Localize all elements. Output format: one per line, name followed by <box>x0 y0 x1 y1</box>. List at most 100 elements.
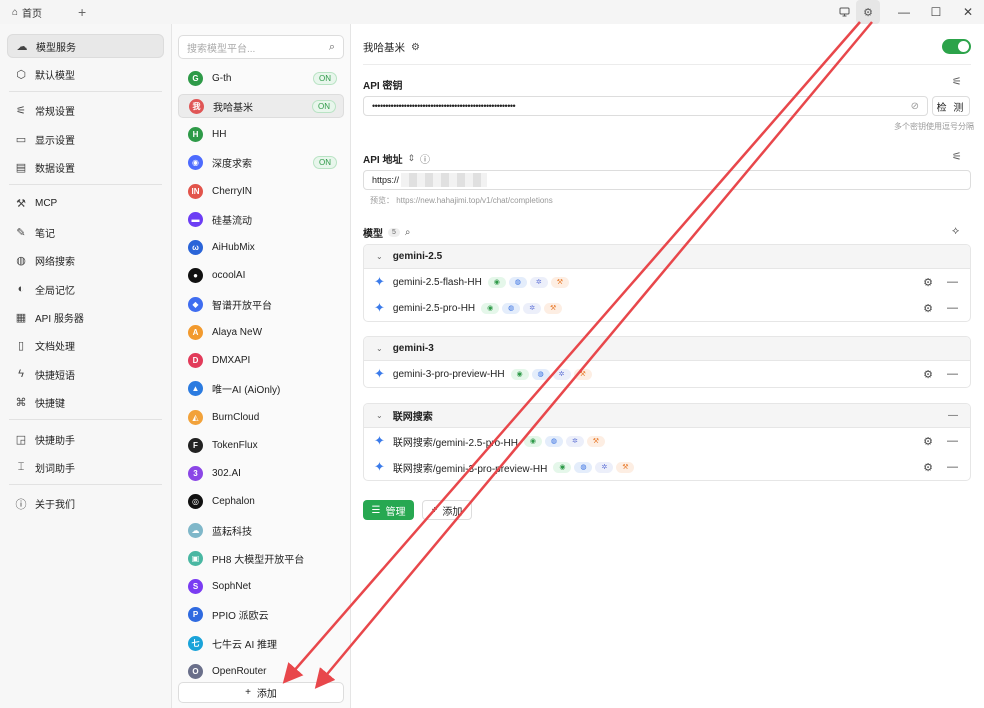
provider-logo-icon: ◭ <box>188 409 203 425</box>
nav-item[interactable]: ⓘ 关于我们 <box>7 492 164 516</box>
provider-item[interactable]: S SophNet <box>178 575 344 599</box>
settings-icon[interactable]: ⚙ <box>411 42 420 53</box>
help-icon[interactable]: ⓘ <box>420 151 430 166</box>
nav-item-label: 划词助手 <box>35 463 75 475</box>
provider-item[interactable]: P PPIO 派欧云 <box>178 603 344 627</box>
provider-item[interactable]: D DMXAPI <box>178 349 344 373</box>
eye-off-icon[interactable]: ⊘ <box>911 101 919 112</box>
model-actions: ⚙ — <box>923 276 958 289</box>
nav-item[interactable]: ✎ 笔记 <box>7 220 164 244</box>
remove-icon[interactable]: — <box>947 435 958 448</box>
provider-item[interactable]: ▬ 硅基流动 <box>178 207 344 231</box>
nav-item[interactable]: ◲ 快捷助手 <box>7 427 164 451</box>
settings-icon[interactable]: ⚙ <box>923 368 933 381</box>
provider-item[interactable]: ◎ Cephalon <box>178 490 344 514</box>
provider-name: 七牛云 AI 推理 <box>212 639 278 651</box>
nav-item[interactable]: ⌶ 划词助手 <box>7 455 164 479</box>
provider-logo-icon: ◉ <box>188 155 203 171</box>
provider-item[interactable]: F TokenFlux <box>178 433 344 457</box>
nav-item[interactable]: ▯ 文档处理 <box>7 334 164 358</box>
nav-item[interactable]: ◐ 全局记忆 <box>7 277 164 301</box>
provider-item[interactable]: ω AiHubMix <box>178 236 344 260</box>
settings-icon[interactable]: ⚙ <box>923 302 933 315</box>
model-row: ✦ gemini-2.5-flash-HH ◉ ◍ ✲ ⚒ ⚙ — <box>364 269 970 295</box>
remove-icon[interactable]: — <box>947 302 958 315</box>
provider-item[interactable]: A Alaya NeW <box>178 320 344 344</box>
provider-item[interactable]: H HH <box>178 123 344 147</box>
provider-search-input[interactable]: 搜索模型平台... ⌕ <box>178 35 344 59</box>
settings-icon[interactable]: ⚙ <box>923 276 933 289</box>
remove-icon[interactable]: — <box>947 276 958 289</box>
add-provider-button[interactable]: + 添加 <box>178 682 344 703</box>
assistant-icon: ◲ <box>15 433 27 446</box>
nav-item[interactable]: ▦ API 服务器 <box>7 306 164 330</box>
nav-item[interactable]: ▤ 数据设置 <box>7 156 164 180</box>
cube-icon: ⬡ <box>16 68 26 81</box>
provider-item[interactable]: ◆ 智谱开放平台 <box>178 292 344 316</box>
tab-home[interactable]: ⌂ 首页 <box>12 5 42 20</box>
add-model-button[interactable]: + 添加 <box>422 500 472 520</box>
remove-icon[interactable]: — <box>947 461 958 474</box>
provider-item[interactable]: ☁ 蓝耘科技 <box>178 518 344 542</box>
provider-item[interactable]: ● ocoolAI <box>178 264 344 288</box>
api-url-input[interactable]: https:// <box>363 170 971 190</box>
add-model-label: 添加 <box>442 506 463 518</box>
nav-item[interactable]: ⚒ MCP <box>7 192 164 216</box>
provider-item[interactable]: 七七牛云 AI 推理 <box>178 631 344 655</box>
search-icon[interactable]: ⌕ <box>405 227 411 238</box>
sliders-icon[interactable]: ⚟ <box>952 75 962 88</box>
new-tab-button[interactable]: + <box>78 4 86 20</box>
maximize-icon[interactable]: ☐ <box>920 0 952 24</box>
provider-item[interactable]: 3 302.AI <box>178 462 344 486</box>
close-icon[interactable]: ✕ <box>952 0 984 24</box>
models-section: 模型 5 ⌕ <box>363 225 411 240</box>
remove-group-icon[interactable]: — <box>948 410 958 421</box>
provider-name: PPIO 派欧云 <box>212 611 269 623</box>
provider-item[interactable]: ◭ BurnCloud <box>178 405 344 429</box>
zap-icon: ϟ <box>18 368 24 381</box>
nav-item[interactable]: ⚟ 常规设置 <box>7 99 164 123</box>
api-url-value: https:// <box>372 175 400 185</box>
swap-icon[interactable]: ⇕ <box>407 153 415 164</box>
settings-icon[interactable]: ⚙ <box>923 461 933 474</box>
remove-icon[interactable]: — <box>947 368 958 381</box>
provider-logo-icon: H <box>188 127 203 142</box>
check-button[interactable]: 检 测 <box>932 96 970 116</box>
provider-logo-icon: 七 <box>188 635 203 651</box>
nav-divider <box>9 183 162 185</box>
manage-models-button[interactable]: ☰ 管理 <box>363 500 414 520</box>
model-group-header[interactable]: ⌄ 联网搜索 — <box>364 404 970 428</box>
model-group-header[interactable]: ⌄ gemini-2.5 <box>364 245 970 269</box>
gemini-icon: ✦ <box>374 433 385 448</box>
model-group-header[interactable]: ⌄ gemini-3 <box>364 337 970 361</box>
globe-icon: ◍ <box>544 435 563 447</box>
provider-item[interactable]: IN CherryIN <box>178 179 344 203</box>
wrench-icon: ⚒ <box>573 368 592 380</box>
settings-icon[interactable]: ⚙ <box>923 435 933 448</box>
provider-logo-icon: S <box>188 579 203 594</box>
text-select-icon: ⌶ <box>17 460 25 473</box>
provider-item[interactable]: ▣ PH8 大模型开放平台 <box>178 546 344 570</box>
provider-item[interactable]: ▲ 唯一AI (AiOnly) <box>178 377 344 401</box>
api-key-input[interactable]: ••••••••••••••••••••••••••••••••••••••••… <box>363 96 928 116</box>
nav-item[interactable]: ▭ 显示设置 <box>7 127 164 151</box>
nav-item[interactable]: ⬡ 默认模型 <box>7 62 164 86</box>
nav-item[interactable]: ◍ 网络搜索 <box>7 249 164 273</box>
model-group: ⌄ gemini-3 ✦ gemini-3-pro-preview-HH ◉ ◍ ✲ ⚒ ⚙ — <box>363 336 971 388</box>
api-key-value: ••••••••••••••••••••••••••••••••••••••••… <box>372 101 516 111</box>
health-check-icon[interactable]: ⟡ <box>952 225 959 238</box>
plus-icon: + <box>431 504 438 516</box>
settings-icon[interactable]: ⚙ <box>856 0 880 24</box>
sliders-icon[interactable]: ⚟ <box>952 150 962 163</box>
provider-item[interactable]: O OpenRouter <box>178 659 344 683</box>
nav-item[interactable]: ☁ 模型服务 <box>7 34 164 58</box>
nav-item[interactable]: ⌘ 快捷键 <box>7 391 164 415</box>
minimize-icon[interactable]: — <box>888 0 920 24</box>
provider-logo-icon: ● <box>188 268 203 284</box>
provider-item[interactable]: 我我哈基米 ON <box>178 94 344 119</box>
provider-item[interactable]: G G-th ON <box>178 66 344 90</box>
monitor-icon[interactable] <box>832 0 856 24</box>
provider-item[interactable]: ◉ 深度求索 ON <box>178 151 344 175</box>
nav-item[interactable]: ϟ 快捷短语 <box>7 362 164 386</box>
provider-enable-toggle[interactable] <box>942 39 971 54</box>
